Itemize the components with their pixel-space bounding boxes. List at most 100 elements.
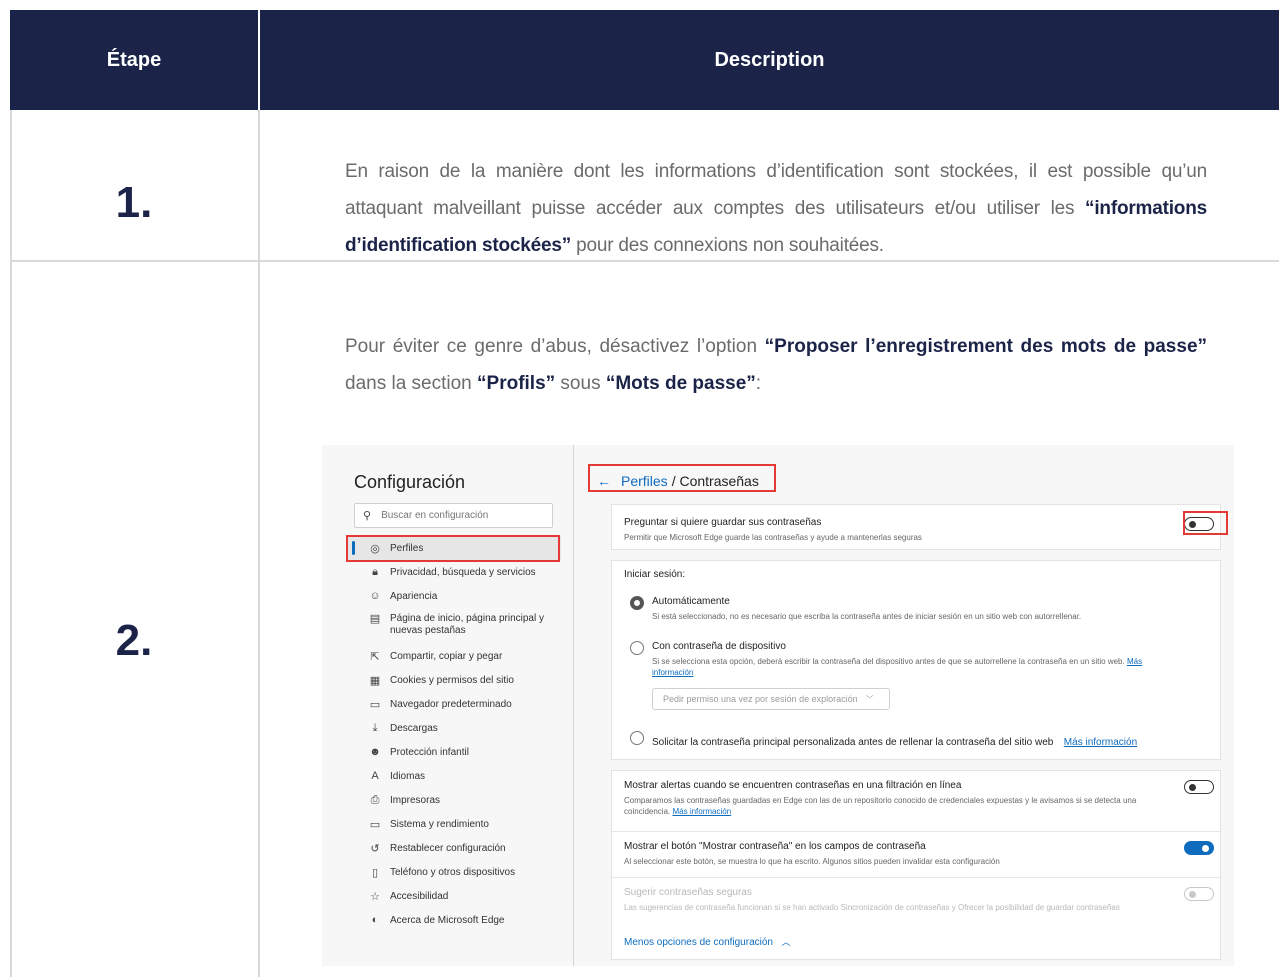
sidebar-item-label: Teléfono y otros dispositivos — [390, 866, 516, 878]
language-icon: A — [371, 770, 379, 782]
step-2-bold-1: “Proposer l’enregistrement des mots de p… — [764, 336, 1208, 357]
sidebar-item-label: Restablecer configuración — [390, 842, 506, 854]
password-options-card: Mostrar alertas cuando se encuentren con… — [611, 770, 1221, 960]
chevron-up-icon: ︿ — [781, 937, 791, 947]
separator — [612, 831, 1220, 832]
custom-row: Solicitar la contraseña principal person… — [652, 732, 1212, 750]
settings-sidebar: Configuración ⚲ Buscar en configuración … — [322, 445, 573, 966]
header-description: Description — [260, 10, 1279, 110]
step-number-2: 2. — [115, 616, 153, 665]
step-2-text-3: sous — [555, 373, 606, 394]
step-number-1: 1. — [115, 178, 153, 227]
steps-table: Étape Description 1. En raison de la man… — [10, 10, 1279, 977]
highlight-box-perfiles — [346, 535, 560, 562]
settings-title: Configuración — [354, 472, 466, 492]
step-2-bold-3: “Mots de passe” — [605, 373, 756, 394]
reset-icon: ↺ — [370, 842, 380, 855]
sidebar-item-12[interactable]: ↺ Restablecer configuración — [346, 836, 561, 860]
sidebar-item-9[interactable]: A Idiomas — [346, 764, 561, 788]
sidebar-item-label: Privacidad, búsqueda y servicios — [390, 566, 536, 578]
automatic-title: Automáticamente — [652, 596, 730, 607]
leak-row: Mostrar alertas cuando se encuentren con… — [624, 780, 1208, 817]
less-options-row: Menos opciones de configuración ︿ — [624, 932, 1208, 950]
sidebar-item-label: Accesibilidad — [390, 890, 449, 902]
leak-subtitle: Comparamos las contraseñas guardadas en … — [624, 795, 1184, 817]
sidebar-item-label: Compartir, copiar y pegar — [390, 650, 503, 662]
step-1-text-before: En raison de la manière dont les informa… — [345, 161, 1207, 219]
table-border-left — [10, 110, 12, 977]
sidebar-item-1[interactable]: 🔒︎ Privacidad, búsqueda y servicios — [346, 560, 561, 584]
automatic-subtitle: Si está seleccionado, no es necesario qu… — [652, 612, 1082, 621]
sidebar-item-2[interactable]: ☺ Apariencia — [346, 584, 561, 608]
header-step: Étape — [10, 10, 258, 110]
family-icon: ☻ — [369, 746, 381, 758]
edge-settings-screenshot: Configuración ⚲ Buscar en configuración … — [322, 445, 1234, 966]
sidebar-item-11[interactable]: ▭ Sistema y rendimiento — [346, 812, 561, 836]
device-subtitle: Si se selecciona esta opción, deberá esc… — [652, 656, 1208, 678]
system-icon: ▭ — [369, 818, 381, 831]
sidebar-item-label: Sistema y rendimiento — [390, 818, 489, 830]
sidebar-item-6[interactable]: ▭ Navegador predeterminado — [346, 692, 561, 716]
sidebar-item-13[interactable]: ▯ Teléfono y otros dispositivos — [346, 860, 561, 884]
leak-more-link[interactable]: Más información — [672, 807, 731, 816]
radio-automatic[interactable] — [630, 596, 644, 610]
sidebar-item-4[interactable]: ⇱ Compartir, copiar y pegar — [346, 644, 561, 668]
offer-save-card: Preguntar si quiere guardar sus contrase… — [611, 504, 1221, 550]
search-placeholder: Buscar en configuración — [381, 510, 489, 521]
sidebar-item-label: Idiomas — [390, 770, 426, 782]
step-2-text-2: dans la section — [345, 373, 478, 394]
browser-icon: ▭ — [369, 698, 381, 711]
sidebar-item-14[interactable]: ☆ Accesibilidad — [346, 884, 561, 908]
sidebar-item-label: Página de inicio, página principal y nue… — [390, 613, 544, 636]
radio-custom-password[interactable] — [630, 731, 644, 745]
separator — [612, 877, 1220, 878]
sidebar-item-label: Acerca de Microsoft Edge — [390, 914, 505, 926]
column-divider — [258, 110, 260, 977]
radio-device-password[interactable] — [630, 641, 644, 655]
settings-nav: ◎ Perfiles 🔒︎ Privacidad, búsqueda y servic… — [346, 536, 561, 932]
sidebar-divider — [573, 445, 574, 966]
settings-search-input[interactable]: ⚲ Buscar en configuración — [354, 503, 553, 528]
sidebar-item-7[interactable]: ⤓ Descargas — [346, 716, 561, 740]
sidebar-item-label: Descargas — [390, 722, 438, 734]
sidebar-item-label: Navegador predeterminado — [390, 698, 512, 710]
sidebar-item-5[interactable]: ▦ Cookies y permisos del sitio — [346, 668, 561, 692]
less-options-link[interactable]: Menos opciones de configuración — [624, 937, 773, 948]
step-1-text-after: pour des connexions non souhaitées. — [571, 235, 884, 256]
device-more-link-2[interactable]: información — [652, 668, 693, 677]
phone-icon: ▯ — [371, 866, 379, 879]
device-more-link-1[interactable]: Más — [1127, 657, 1142, 666]
device-prompt-value: Pedir permiso una vez por sesión de expl… — [663, 694, 858, 704]
device-row: Con contraseña de dispositivo Si se sele… — [652, 641, 1208, 678]
suggest-subtitle: Las sugerencias de contraseña funcionan … — [624, 903, 1120, 912]
leak-alerts-toggle[interactable] — [1184, 780, 1214, 794]
step-2-text-1: Pour éviter ce genre d’abus, désactivez … — [345, 336, 765, 357]
device-prompt-select[interactable]: Pedir permiso una vez por sesión de expl… — [652, 688, 890, 710]
step-2-bold-2: “Profils” — [477, 373, 556, 394]
share-icon: ⇱ — [370, 650, 380, 663]
chevron-down-icon: ﹀ — [865, 694, 874, 704]
sidebar-item-label: Impresoras — [390, 794, 441, 806]
sidebar-item-3[interactable]: ▤ Página de inicio, página principal y nu… — [346, 608, 561, 644]
leak-title: Mostrar alertas cuando se encuentren con… — [624, 780, 962, 791]
sidebar-item-15[interactable]: ◐ Acerca de Microsoft Edge — [346, 908, 561, 932]
highlight-box-toggle — [1183, 511, 1228, 535]
offer-save-subtitle: Permitir que Microsoft Edge guarde las c… — [624, 533, 922, 542]
printer-icon: ⎙ — [370, 793, 380, 806]
device-subtitle-text: Si se selecciona esta opción, deberá esc… — [652, 657, 1125, 666]
sidebar-item-10[interactable]: ⎙ Impresoras — [346, 788, 561, 812]
step-1-description: En raison de la manière dont les informa… — [345, 153, 1207, 264]
reveal-button-toggle[interactable] — [1184, 841, 1214, 855]
step-2-text-4: : — [755, 373, 762, 394]
sidebar-item-label: Apariencia — [390, 590, 438, 602]
device-title: Con contraseña de dispositivo — [652, 641, 786, 652]
custom-title: Solicitar la contraseña principal person… — [652, 737, 1054, 748]
suggest-passwords-toggle[interactable] — [1184, 887, 1214, 901]
reveal-subtitle: Al seleccionar este botón, se muestra lo… — [624, 857, 1000, 866]
signin-heading: Iniciar sesión: — [624, 569, 686, 580]
cookies-icon: ▦ — [369, 674, 381, 687]
sidebar-item-8[interactable]: ☻ Protección infantil — [346, 740, 561, 764]
custom-more-link[interactable]: Más información — [1064, 737, 1137, 748]
accessibility-icon: ☆ — [370, 890, 380, 903]
download-icon: ⤓ — [372, 721, 378, 734]
